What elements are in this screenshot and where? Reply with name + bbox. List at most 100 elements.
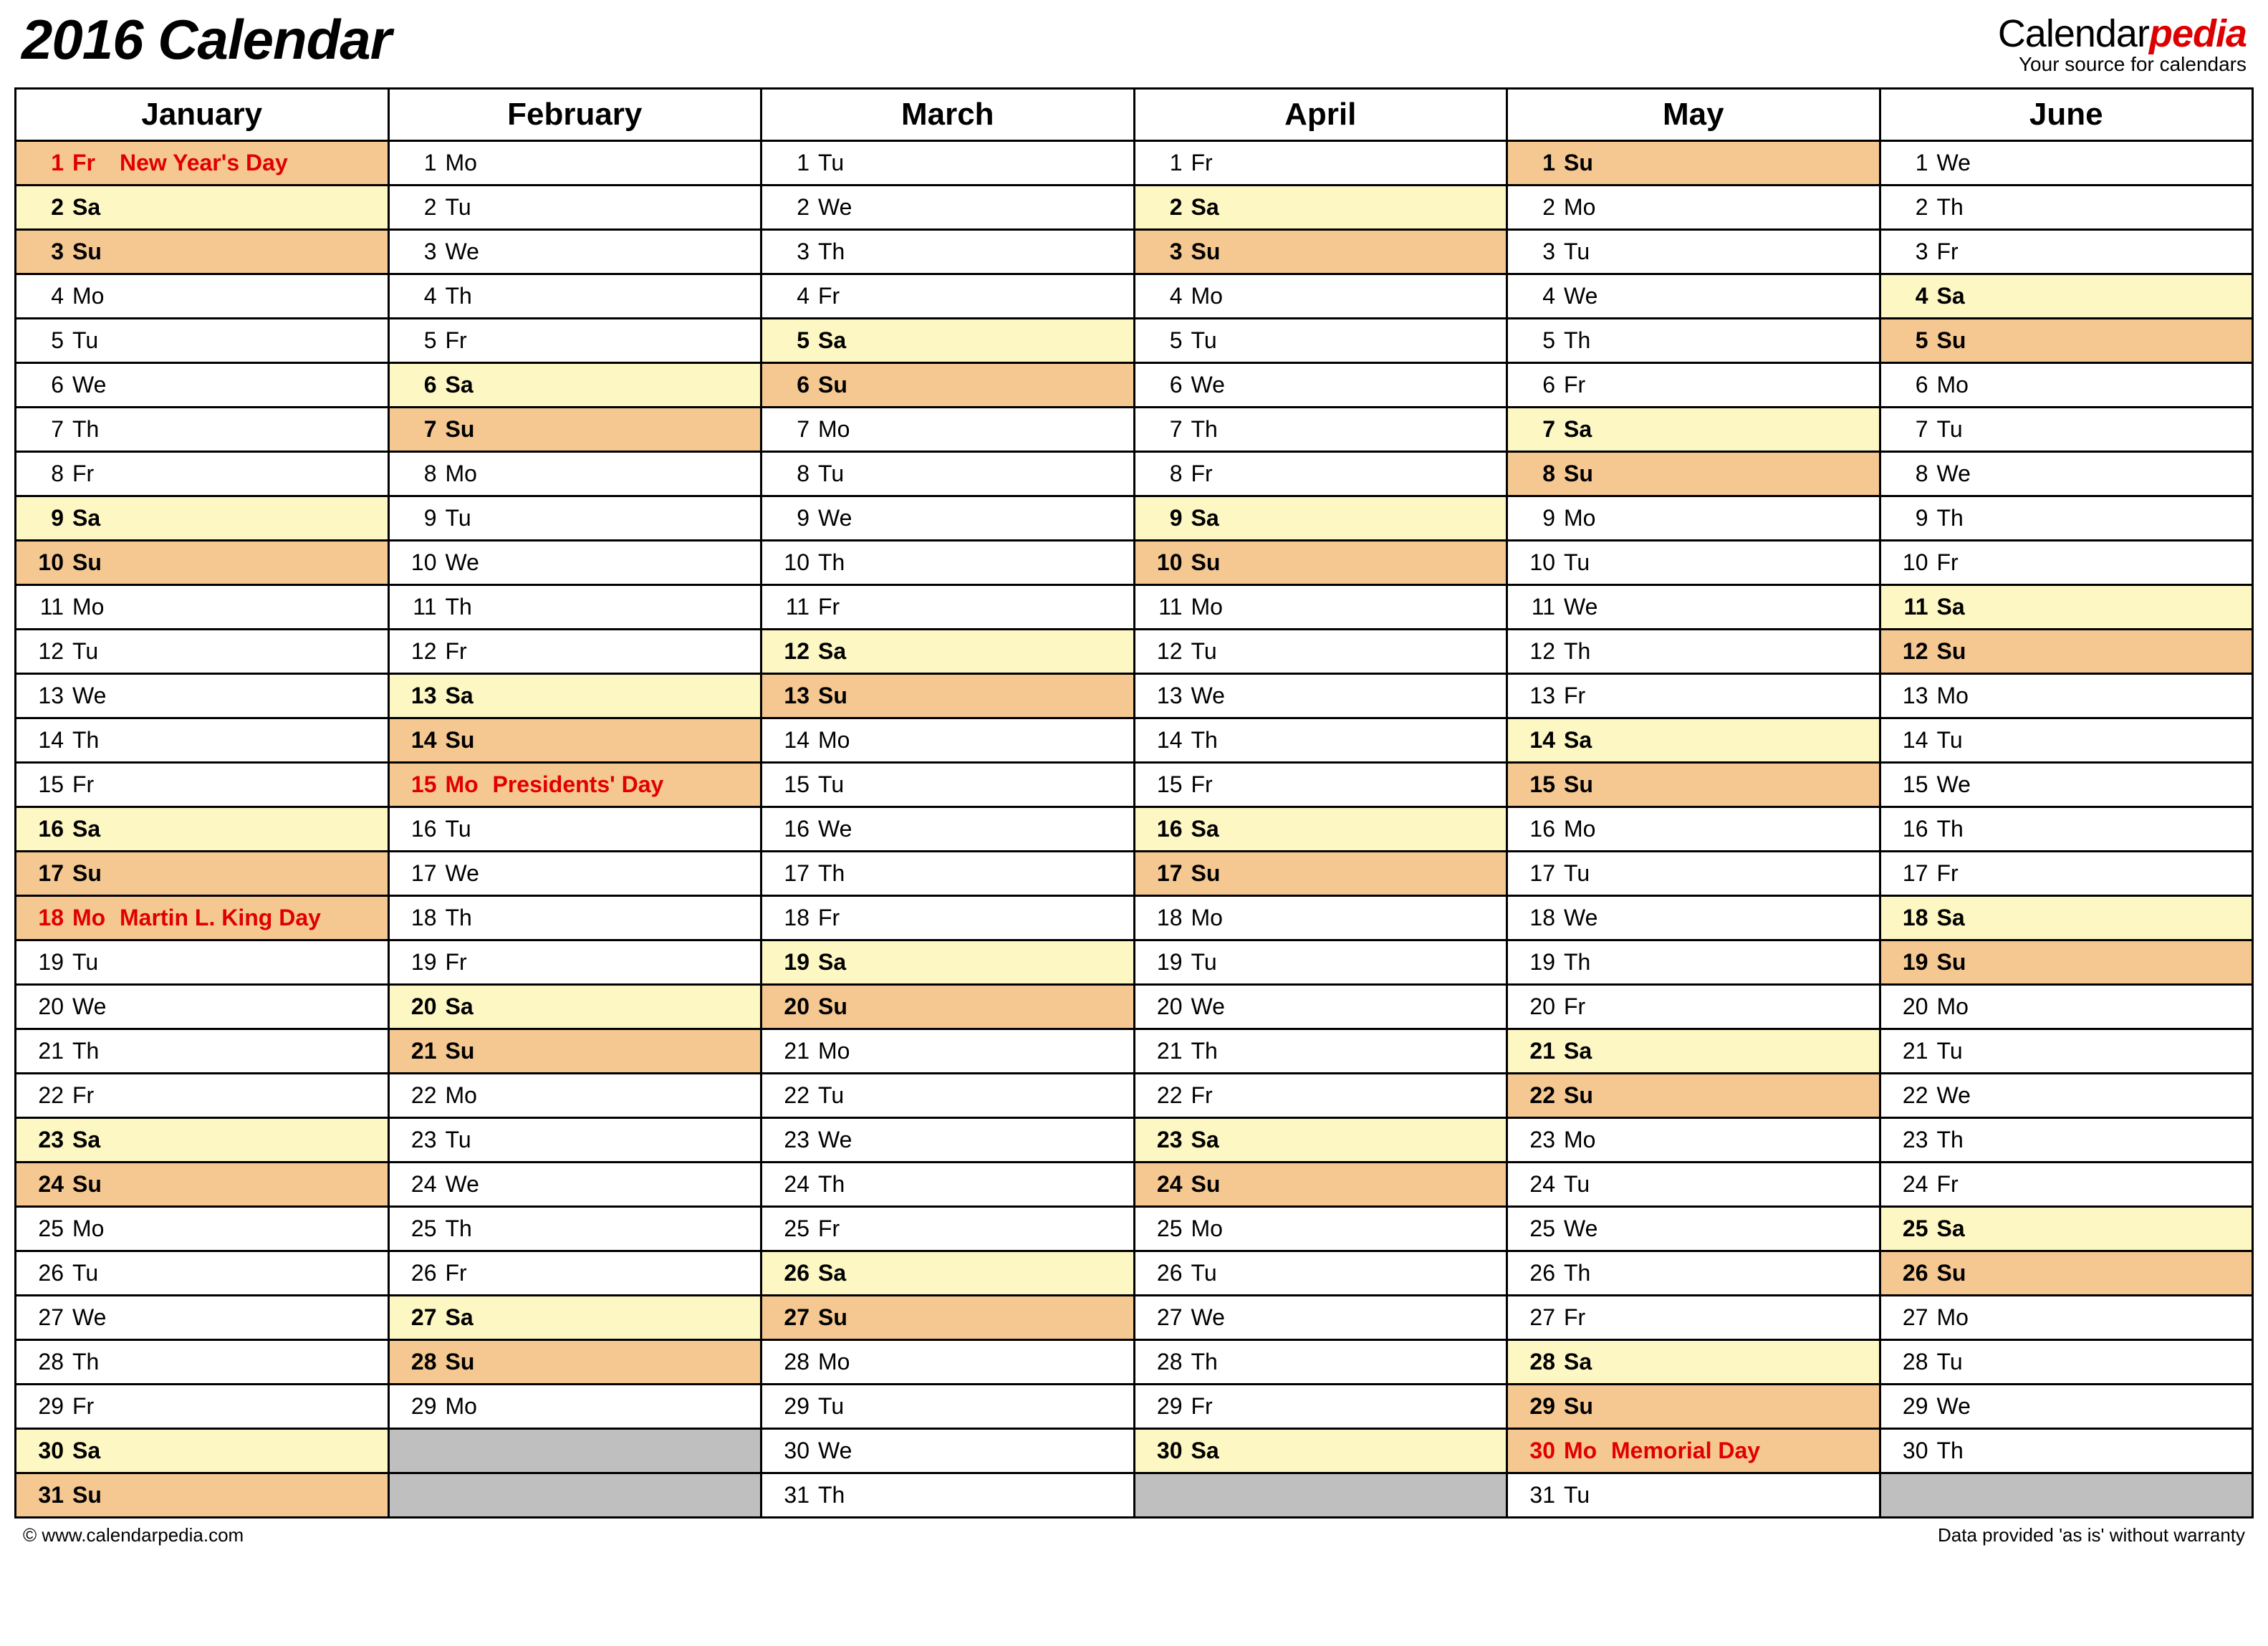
day-cell: 11Mo [1134,585,1507,630]
day-cell: 9Mo [1507,496,1880,541]
day-cell: 12Th [1507,630,1880,674]
day-cell: 3Su [1134,230,1507,274]
day-cell: 1Fr [1134,141,1507,186]
day-cell: 3Th [761,230,1135,274]
day-cell: 13We [16,674,389,718]
day-cell: 21Su [388,1029,761,1074]
day-cell: 26Tu [16,1251,389,1296]
month-header: March [761,89,1135,141]
day-cell [1134,1473,1507,1518]
month-header: June [1880,89,2253,141]
day-cell: 12Su [1880,630,2253,674]
day-cell: 20Fr [1507,985,1880,1029]
day-cell: 19Sa [761,940,1135,985]
day-cell: 10We [388,541,761,585]
day-cell: 9Sa [1134,496,1507,541]
day-cell: 21Sa [1507,1029,1880,1074]
day-cell: 14Mo [761,718,1135,763]
day-cell: 27Mo [1880,1296,2253,1340]
day-cell: 25Mo [1134,1207,1507,1251]
day-cell: 13Su [761,674,1135,718]
day-cell: 15MoPresidents' Day [388,763,761,807]
day-cell: 5Tu [16,319,389,363]
day-cell: 24Tu [1507,1163,1880,1207]
day-cell: 6We [16,363,389,408]
day-cell: 12Tu [1134,630,1507,674]
day-cell: 30MoMemorial Day [1507,1429,1880,1473]
footer-copyright: © www.calendarpedia.com [23,1524,244,1546]
day-cell: 18Mo [1134,896,1507,940]
day-cell: 30We [761,1429,1135,1473]
day-cell: 6Mo [1880,363,2253,408]
holiday-label: Memorial Day [1603,1438,1760,1464]
day-cell: 3We [388,230,761,274]
day-cell: 24Th [761,1163,1135,1207]
day-cell: 6Sa [388,363,761,408]
day-cell: 8Tu [761,452,1135,496]
day-cell: 28Th [1134,1340,1507,1385]
day-cell: 29Fr [16,1385,389,1429]
day-cell: 3Fr [1880,230,2253,274]
logo-text-1: Calendar [1998,12,2149,55]
day-cell: 26Fr [388,1251,761,1296]
day-cell: 19Th [1507,940,1880,985]
day-cell: 18Th [388,896,761,940]
day-cell: 2Th [1880,186,2253,230]
day-cell: 28Sa [1507,1340,1880,1385]
holiday-label: Presidents' Day [484,771,664,798]
day-cell: 15Fr [16,763,389,807]
day-cell: 10Th [761,541,1135,585]
logo-tagline: Your source for calendars [1998,53,2247,76]
day-cell: 23Sa [16,1118,389,1163]
day-cell: 7Mo [761,408,1135,452]
day-cell: 7Th [1134,408,1507,452]
day-cell: 26Sa [761,1251,1135,1296]
day-cell: 27We [16,1296,389,1340]
day-cell: 30Sa [16,1429,389,1473]
holiday-label: New Year's Day [111,150,288,176]
day-cell: 12Sa [761,630,1135,674]
day-cell: 11Th [388,585,761,630]
day-cell [1880,1473,2253,1518]
day-cell: 15We [1880,763,2253,807]
day-cell: 9Th [1880,496,2253,541]
day-cell: 1Mo [388,141,761,186]
brand-logo: Calendarpedia Your source for calendars [1998,7,2247,76]
day-cell: 22Tu [761,1074,1135,1118]
day-cell: 27Fr [1507,1296,1880,1340]
day-cell: 4Mo [16,274,389,319]
day-cell: 19Tu [16,940,389,985]
day-cell: 22Fr [16,1074,389,1118]
day-cell: 17Su [16,852,389,896]
day-cell: 12Fr [388,630,761,674]
day-cell: 29Fr [1134,1385,1507,1429]
day-cell: 9Sa [16,496,389,541]
day-cell: 25We [1507,1207,1880,1251]
day-cell: 21Mo [761,1029,1135,1074]
day-cell: 22We [1880,1074,2253,1118]
day-cell: 6We [1134,363,1507,408]
day-cell: 24Su [16,1163,389,1207]
day-cell: 18MoMartin L. King Day [16,896,389,940]
day-cell: 27We [1134,1296,1507,1340]
day-cell: 13Mo [1880,674,2253,718]
day-cell: 25Mo [16,1207,389,1251]
day-cell: 5Fr [388,319,761,363]
day-cell: 23Tu [388,1118,761,1163]
day-cell: 18Sa [1880,896,2253,940]
day-cell: 5Su [1880,319,2253,363]
day-cell: 14Sa [1507,718,1880,763]
day-cell: 1Su [1507,141,1880,186]
day-cell: 24We [388,1163,761,1207]
day-cell: 30Sa [1134,1429,1507,1473]
day-cell: 27Sa [388,1296,761,1340]
logo-text-2: pedia [2149,12,2247,55]
day-cell [388,1429,761,1473]
day-cell: 13Fr [1507,674,1880,718]
day-cell: 9We [761,496,1135,541]
day-cell: 4We [1507,274,1880,319]
day-cell: 16Tu [388,807,761,852]
day-cell: 15Tu [761,763,1135,807]
day-cell: 14Th [1134,718,1507,763]
day-cell: 16Sa [1134,807,1507,852]
